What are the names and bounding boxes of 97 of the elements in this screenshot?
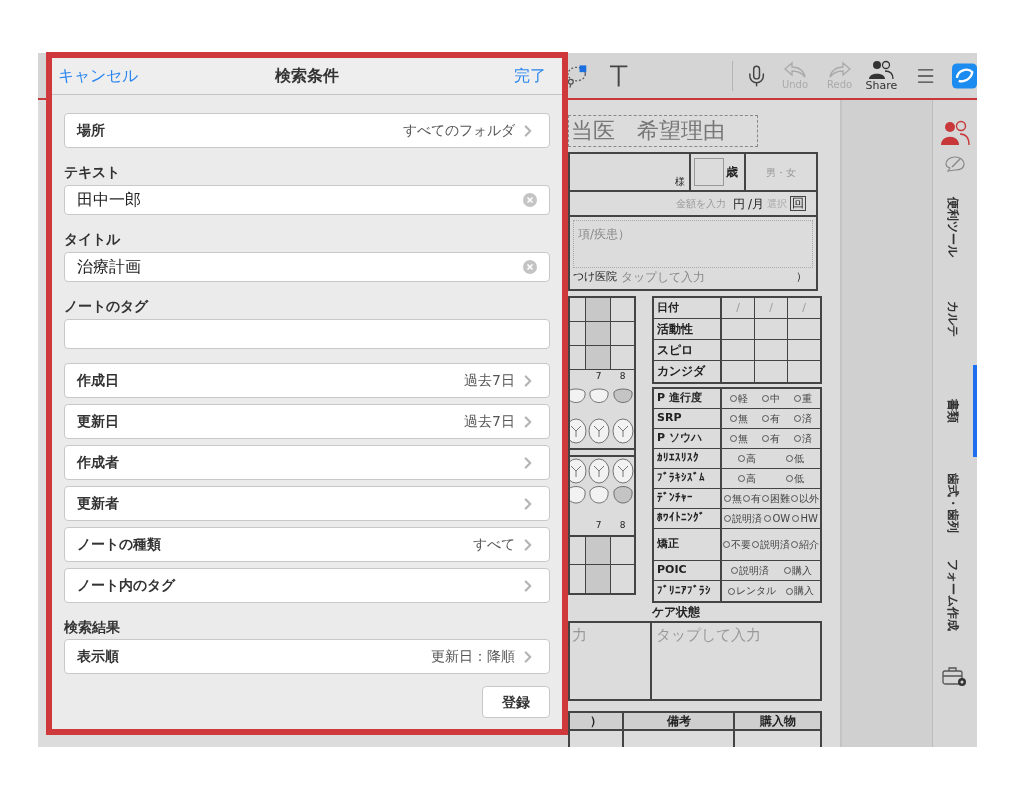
setting-row[interactable]: 更新日 過去7日 [64,404,550,439]
tooth-number: 7 [594,370,603,383]
option-label: 説明済 [760,538,790,551]
option-label: 高 [746,472,756,485]
people-icon [868,59,895,80]
tooth-number: 8 [618,519,627,532]
assessment-label: SRP [654,409,722,428]
undo-arrow-icon [782,60,807,79]
assessment-label: P ソウハ [654,429,722,448]
text-input-field[interactable]: 治療計画 [64,252,550,282]
setting-row[interactable]: 更新者 [64,486,550,521]
option-label: HW [800,512,818,525]
people-icon[interactable] [940,120,970,146]
assessment-label: 矯正 [654,529,722,560]
fee-unit: 円 [732,195,745,213]
option-label: 無 [731,492,742,505]
check-row-label: スピロ [654,340,722,360]
chart-cell[interactable] [586,346,611,369]
check-row-label: 活動性 [654,319,722,339]
field-label: ノートのタグ [64,297,150,316]
setting-row[interactable]: 作成日 過去7日 [64,363,550,398]
text-input-field[interactable]: 田中一郎 [64,185,550,215]
option-label: 済 [802,412,812,425]
clear-icon[interactable] [523,260,537,274]
option-label: 紹介 [798,538,819,551]
assessment-label: POIC [654,561,722,580]
chart-cell[interactable] [586,537,611,564]
option-label: 有 [750,492,761,505]
option-label: 困難 [769,492,790,505]
column-header: ） [589,713,603,729]
toolbox-gear-icon[interactable] [942,665,968,687]
share-button[interactable]: Share [862,59,901,92]
honorific-label: 様 [675,176,685,188]
field-label: テキスト [64,163,121,182]
option-label: OW [772,512,791,525]
table-cell[interactable] [622,731,735,747]
assessment-label: P 進行度 [654,389,722,408]
setting-row[interactable]: ノート内のタグ [64,568,550,603]
text-input-field[interactable] [64,319,550,349]
option-label: 済 [802,432,812,445]
option-label: 低 [794,472,804,485]
section-heading: 検索結果 [64,618,121,637]
chart-cell[interactable] [586,322,611,345]
setting-row[interactable]: 作成者 [64,445,550,480]
assessment-label: ﾌﾞﾘﾆｱﾌﾞﾗｼ [654,581,722,601]
chart-cell[interactable] [586,565,611,593]
assessment-label: ｶﾘｴｽﾘｽｸ [654,449,722,468]
clinic-bracket: ） [796,270,807,284]
column-header: 備考 [622,713,735,729]
date-label: 日付 [654,298,722,318]
panel-title: 検索条件 [275,65,339,87]
chart-cell[interactable] [586,298,611,321]
option-label: 軽 [738,392,748,405]
option-label: 購入 [791,564,812,577]
option-label: 重 [802,392,812,405]
age-input-box[interactable] [694,158,724,186]
redo-arrow-icon [827,60,852,79]
tooth-number: 7 [594,519,603,532]
option-label: 低 [794,452,804,465]
tooth-number: 8 [618,370,627,383]
option-label: 無 [738,432,748,445]
sidebar-tab[interactable]: フォーム作成 [933,549,977,641]
age-unit-label: 歳 [726,164,738,181]
option-label: 不要 [731,538,752,551]
option-label: 中 [770,392,780,405]
sidebar-tab[interactable]: カルテ [933,273,977,365]
setting-row[interactable]: ノートの種類 すべて [64,527,550,562]
option-label: 高 [746,452,756,465]
assessment-label: ﾃﾞﾝﾁｬｰ [654,489,722,508]
option-label: レンタル [736,585,776,597]
sidebar-tab[interactable]: 書類 [933,365,977,457]
setting-row[interactable]: 場所 すべてのフォルダ [64,113,550,148]
option-label: 以外 [798,492,819,505]
option-label: 説明済 [738,564,769,577]
times-unit: 回 [790,196,806,211]
clear-icon[interactable] [523,193,537,207]
care-status-label: ケア状態 [652,605,701,619]
column-header: 購入物 [758,713,797,729]
sidebar-tab[interactable]: 歯式・歯列 [933,457,977,549]
app-logo-icon[interactable] [951,62,977,89]
option-label: 有 [770,432,780,445]
notes-label: 項/疾患） [578,227,631,241]
comment-pen-icon[interactable] [945,156,965,172]
clinic-label: つけ医院 [573,270,617,284]
option-label: 説明済 [732,512,763,525]
field-label: タイトル [64,230,121,249]
fee-period: /月 [747,195,764,213]
assessment-label: ﾌﾞﾗｷｼｽﾞﾑ [654,469,722,488]
option-label: 有 [770,412,780,425]
option-label: 購入 [794,585,814,597]
option-label: 無 [738,412,748,425]
text-tool-icon[interactable] [609,63,629,88]
assessment-label: ﾎﾜｲﾄﾆﾝｸﾞ [654,509,722,528]
sidebar-tab[interactable]: 便利ツール [933,181,977,273]
check-row-label: カンジダ [654,361,722,382]
register-button[interactable]: 登録 [482,686,550,718]
setting-row[interactable]: 表示順 更新日：降順 [64,639,550,674]
